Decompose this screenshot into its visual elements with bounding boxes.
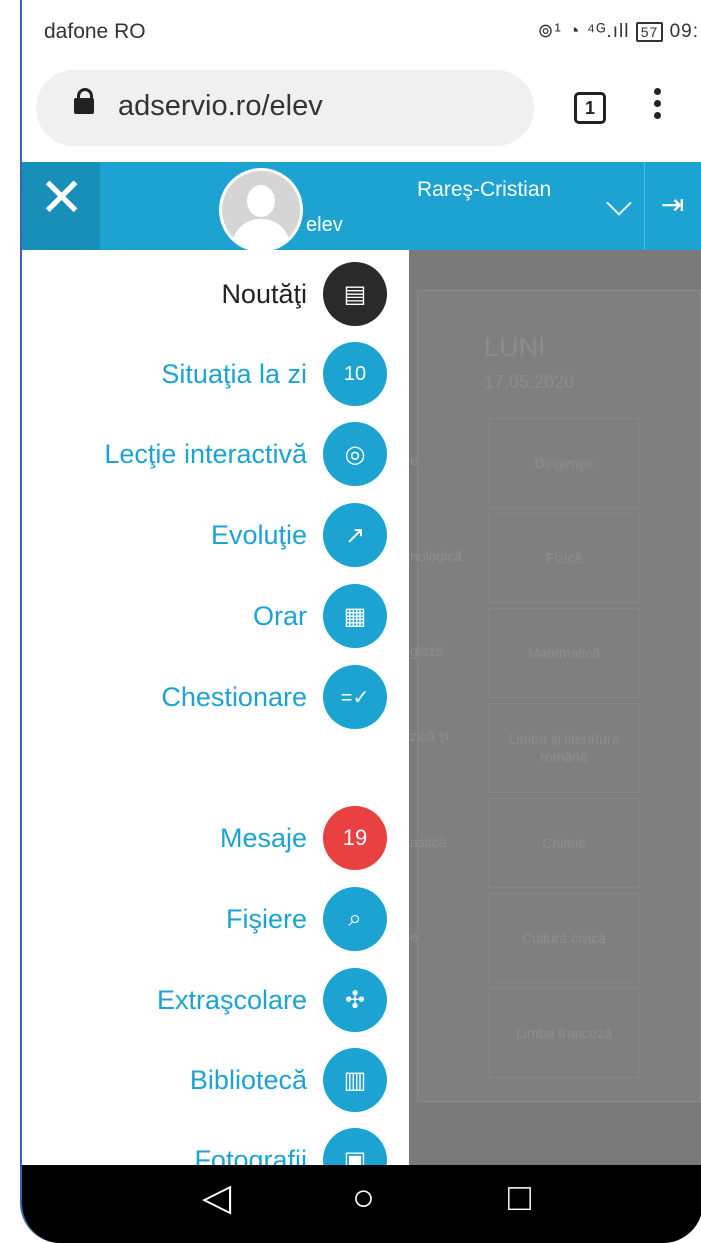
webcam-icon: ◎	[323, 422, 387, 486]
logout-button[interactable]: ⇥	[644, 162, 701, 250]
menu-item-label: Bibliotecă	[189, 1064, 307, 1095]
lock-icon	[74, 88, 94, 114]
menu-item-evolutie[interactable]: Evoluţie ↗	[211, 503, 387, 567]
schedule-fragment: e	[410, 452, 418, 468]
menu-item-noutati[interactable]: Noutăţi ▤	[221, 262, 387, 326]
menu-item-orar[interactable]: Orar ▦	[253, 584, 387, 648]
signal-icons: ⊚¹ ◔ ⁴ᴳ.ıll	[537, 21, 630, 42]
menu-item-label: Fişiere	[225, 903, 307, 934]
paperclip-icon: ⌕	[323, 887, 387, 951]
schedule-cell: Fizică	[488, 513, 640, 603]
carrier-name: dafone RO	[44, 20, 146, 43]
quiz-check-icon: =✓	[323, 665, 387, 729]
user-name[interactable]: Rareş-Cristian	[417, 178, 551, 202]
dot-icon	[654, 100, 661, 107]
schedule-cell: Limba franceză	[488, 988, 640, 1078]
user-role: elev	[306, 214, 343, 236]
books-icon: ▥	[323, 1048, 387, 1112]
tab-count-button[interactable]: 1	[574, 92, 606, 124]
menu-item-fotografii[interactable]: Fotografii ▣	[194, 1128, 387, 1165]
logout-icon: ⇥	[661, 189, 685, 220]
android-nav-bar: ◁ ○ □	[22, 1165, 701, 1243]
menu-item-chestionare[interactable]: Chestionare =✓	[161, 665, 387, 729]
status-bar: dafone RO ⊚¹ ◔ ⁴ᴳ.ıll 57 09:	[22, 0, 701, 58]
menu-item-extrascolare[interactable]: Extraşcolare ✣	[157, 968, 387, 1032]
menu-item-biblioteca[interactable]: Bibliotecă ▥	[190, 1048, 387, 1112]
menu-item-mesaje[interactable]: Mesaje 19	[220, 806, 387, 870]
menu-item-label: Lecţie interactivă	[104, 438, 307, 469]
schedule-cell: Chimie	[488, 798, 640, 888]
menu-item-label: Situaţia la zi	[161, 358, 307, 389]
schedule-fragment: nologică	[410, 548, 463, 564]
battery-icon: 57	[635, 22, 664, 42]
menu-item-label: Mesaje	[219, 822, 307, 853]
menu-item-label: Noutăţi	[221, 278, 307, 309]
messages-badge: 19	[323, 806, 387, 870]
avatar-body	[232, 219, 290, 249]
phone-screen: dafone RO ⊚¹ ◔ ⁴ᴳ.ıll 57 09: adservio.ro…	[20, 0, 701, 1243]
clock: 09:	[669, 21, 699, 42]
menu-item-fisiere[interactable]: Fişiere ⌕	[226, 887, 387, 951]
schedule-cell: Limba şi literatura română	[488, 703, 640, 793]
schedule-date: 17.05.2020	[484, 372, 575, 392]
app-header: ✕ elev Rareş-Cristian ⇥	[22, 162, 701, 252]
schedule-cell: Matematică	[488, 608, 640, 698]
menu-item-lectie-interactiva[interactable]: Lecţie interactivă ◎	[104, 422, 387, 486]
back-button[interactable]: ◁	[202, 1179, 231, 1217]
menu-item-label: Fotografii	[194, 1144, 307, 1166]
menu-item-label: Orar	[253, 600, 307, 631]
close-icon: ✕	[39, 168, 85, 228]
schedule-cell: Dirigenţie	[488, 418, 640, 508]
url-text[interactable]: adservio.ro/elev	[118, 90, 323, 123]
side-menu-drawer: Noutăţi ▤ Situaţia la zi 10 Lecţie inter…	[22, 250, 409, 1165]
avatar-head	[247, 185, 275, 217]
chevron-down-icon[interactable]	[606, 190, 632, 216]
url-bar[interactable]: adservio.ro/elev	[36, 70, 534, 146]
schedule-fragment: astică	[410, 834, 447, 850]
activities-icon: ✣	[323, 968, 387, 1032]
calendar-icon: ▦	[323, 584, 387, 648]
photos-icon: ▣	[323, 1128, 387, 1165]
avatar[interactable]	[219, 168, 303, 252]
news-icon: ▤	[323, 262, 387, 326]
schedule-fragment: e	[410, 928, 418, 944]
menu-item-label: Evoluţie	[210, 519, 307, 550]
dot-icon	[654, 88, 661, 95]
schedule-day: LUNI	[484, 332, 546, 362]
dot-icon	[654, 112, 661, 119]
schedule-fragment: gleză	[410, 643, 444, 659]
schedule-cell: Cultură civică	[488, 893, 640, 983]
menu-item-label: Extraşcolare	[156, 984, 307, 1015]
close-menu-button[interactable]: ✕	[22, 162, 100, 250]
recents-button[interactable]: □	[508, 1179, 531, 1217]
browser-menu-button[interactable]	[654, 88, 664, 124]
trend-chart-icon: ↗	[323, 503, 387, 567]
status-icons: ⊚¹ ◔ ⁴ᴳ.ıll 57 09:	[538, 20, 699, 43]
menu-item-label: Chestionare	[161, 681, 307, 712]
grades-icon: 10	[323, 342, 387, 406]
schedule-fragment: zică şi	[410, 728, 449, 744]
home-button[interactable]: ○	[352, 1179, 375, 1217]
menu-item-situatia-la-zi[interactable]: Situaţia la zi 10	[161, 342, 387, 406]
